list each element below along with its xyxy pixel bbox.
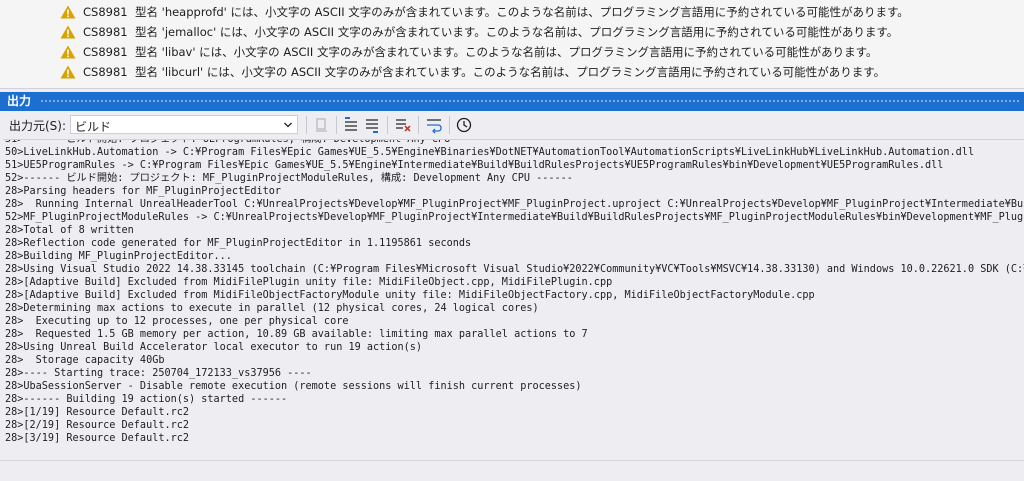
warning-code: CS8981 (83, 65, 128, 79)
output-line: 28>[2/19] Resource Default.rc2 (5, 420, 190, 431)
output-line: 51>------ ビルド開始: プロジェクト: UEProgramRules,… (5, 139, 494, 145)
error-list-warnings: CS8981 型名 'heapprofd' には、小文字の ASCII 文字のみ… (0, 0, 1024, 89)
warning-message: 型名 'jemalloc' には、小文字の ASCII 文字のみが含まれています… (135, 25, 899, 39)
toolbar-separator (336, 116, 337, 134)
next-message-icon[interactable] (363, 116, 381, 134)
previous-message-icon[interactable] (342, 116, 360, 134)
output-line: 28> Running Internal UnrealHeaderTool C:… (5, 199, 1024, 210)
drag-grip[interactable] (40, 99, 1020, 104)
warning-icon (60, 45, 76, 59)
output-line: 28>---- Starting trace: 250704_172133_vs… (5, 368, 312, 379)
output-line: 28>Reflection code generated for MF_Plug… (5, 238, 472, 249)
output-source-label: 出力元(S): (9, 119, 67, 133)
toggle-word-wrap-icon[interactable] (425, 116, 443, 134)
output-text-area[interactable]: 51>------ ビルド開始: プロジェクト: UEProgramRules,… (3, 139, 1024, 460)
show-timestamps-icon[interactable] (455, 116, 473, 134)
output-line: 28>Using Visual Studio 2022 14.38.33145 … (5, 264, 1024, 275)
toolbar-separator (418, 116, 419, 134)
output-line: 28>UbaSessionServer - Disable remote exe… (5, 381, 582, 392)
toolbar-separator (387, 116, 388, 134)
warning-code: CS8981 (83, 5, 128, 19)
toolbar-separator (306, 116, 307, 134)
output-line: 28> Storage capacity 40Gb (5, 355, 165, 366)
output-line: 28>Parsing headers for MF_PluginProjectE… (5, 186, 282, 197)
warning-message: 型名 'heapprofd' には、小文字の ASCII 文字のみが含まれていま… (135, 5, 909, 19)
output-lines: 51>------ ビルド開始: プロジェクト: UEProgramRules,… (5, 139, 1024, 445)
output-source-dropdown[interactable]: ビルド (70, 115, 298, 134)
output-line: 28> Executing up to 12 processes, one pe… (5, 316, 349, 327)
output-line: 28>Using Unreal Build Accelerator local … (5, 342, 423, 353)
warning-message: 型名 'libav' には、小文字の ASCII 文字のみが含まれています。この… (135, 45, 878, 59)
output-line: 52>MF_PluginProjectModuleRules -> C:¥Unr… (5, 212, 1024, 223)
chevron-down-icon (284, 122, 292, 128)
output-line: 28>Total of 8 written (5, 225, 134, 236)
output-panel-titlebar[interactable]: 出力 (0, 92, 1024, 111)
horizontal-scrollbar[interactable] (0, 460, 1024, 481)
output-line: 28>[Adaptive Build] Excluded from MidiFi… (5, 277, 613, 288)
output-line: 28>[Adaptive Build] Excluded from MidiFi… (5, 290, 815, 301)
clear-all-icon[interactable] (394, 116, 412, 134)
output-line: 28>------ Building 19 action(s) started … (5, 394, 288, 405)
output-toolbar: 出力元(S): ビルド (0, 111, 1024, 139)
toolbar-separator (449, 116, 450, 134)
output-line: 51>UE5ProgramRules -> C:¥Program Files¥E… (5, 160, 944, 171)
warning-code: CS8981 (83, 45, 128, 59)
output-line: 28> Requested 1.5 GB memory per action, … (5, 329, 588, 340)
warning-icon (60, 65, 76, 79)
warning-code: CS8981 (83, 25, 128, 39)
output-line: 28>Determining max actions to execute in… (5, 303, 539, 314)
find-icon[interactable] (313, 116, 331, 134)
warning-icon (60, 5, 76, 19)
warning-icon (60, 25, 76, 39)
panel-title: 出力 (7, 94, 32, 108)
warning-message: 型名 'libcurl' には、小文字の ASCII 文字のみが含まれています。… (135, 65, 886, 79)
output-source-value: ビルド (75, 120, 112, 134)
output-line: 28>[3/19] Resource Default.rc2 (5, 433, 190, 444)
output-line: 50>LiveLinkHub.Automation -> C:¥Program … (5, 147, 975, 158)
output-line: 52>------ ビルド開始: プロジェクト: MF_PluginProjec… (5, 173, 573, 184)
output-line: 28>Building MF_PluginProjectEditor... (5, 251, 232, 262)
output-line: 28>[1/19] Resource Default.rc2 (5, 407, 190, 418)
